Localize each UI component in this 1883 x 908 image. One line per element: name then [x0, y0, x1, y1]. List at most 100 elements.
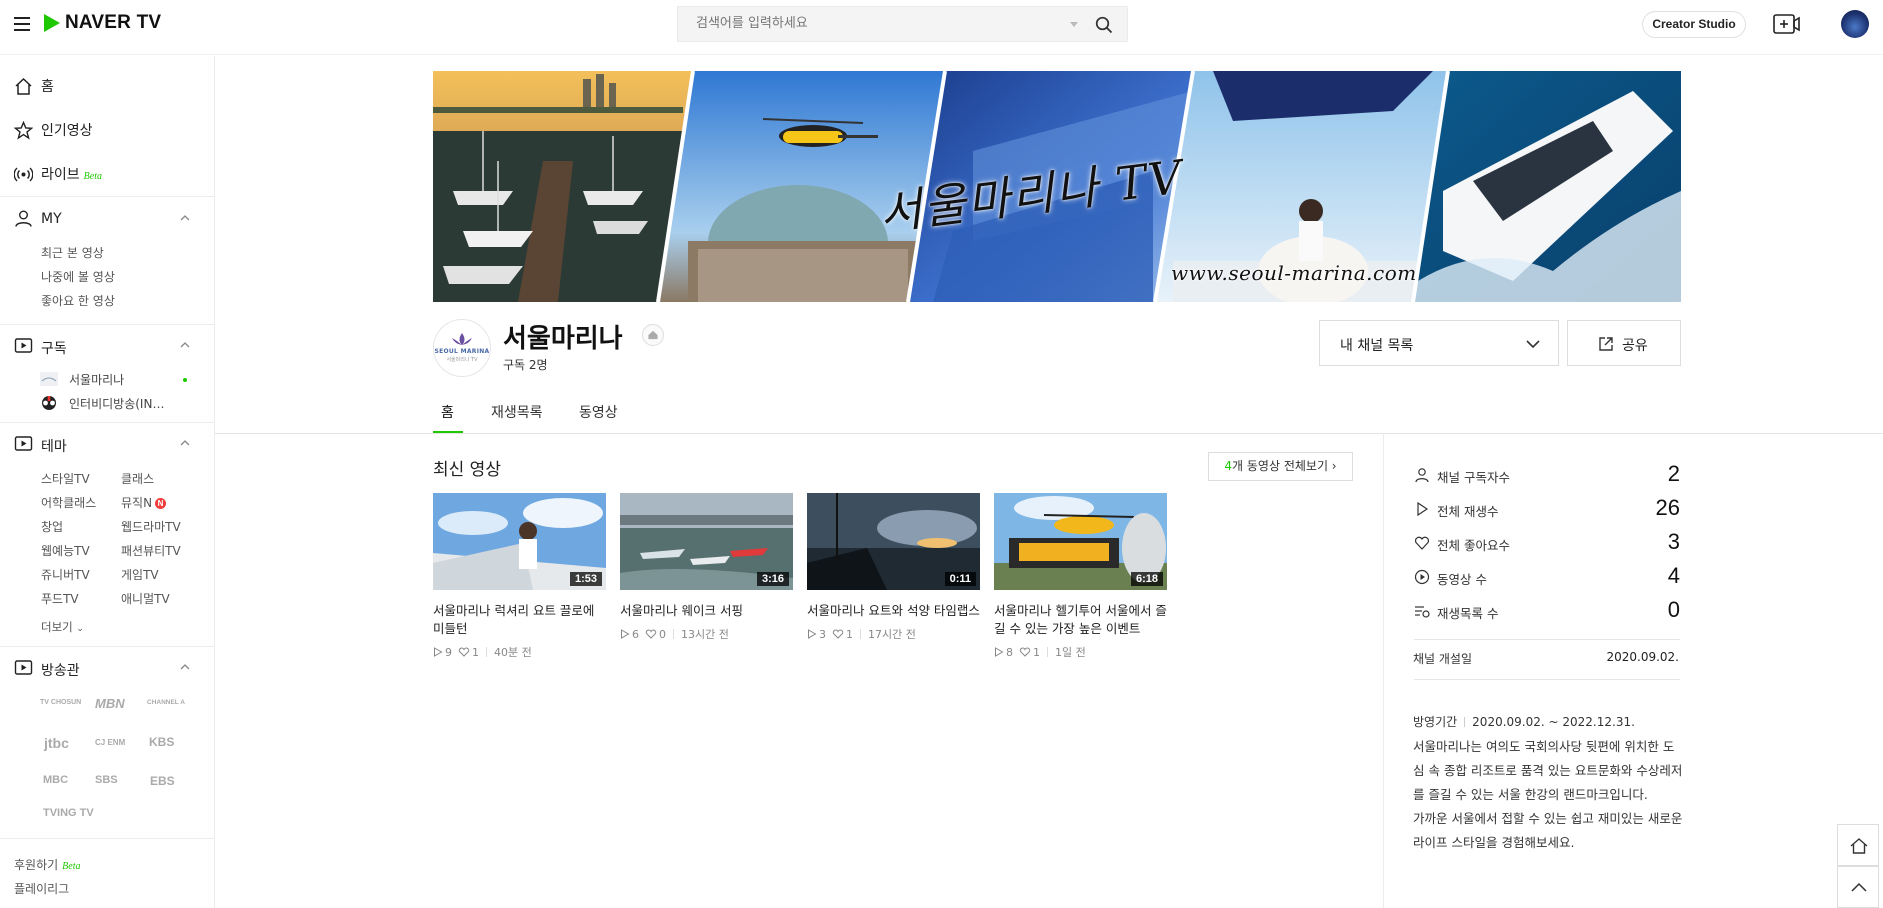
theme-item[interactable]: 애니멀TV [121, 590, 170, 607]
sidebar-item-label: 인기영상 [41, 123, 93, 139]
broadcaster-tving[interactable]: TVING TV [43, 807, 94, 819]
person-icon [1415, 468, 1429, 483]
sidebar-section-subscriptions[interactable]: 구독 [0, 331, 215, 361]
theme-item[interactable]: 창업 [41, 518, 63, 535]
broadcaster-mbn[interactable]: MBN [95, 696, 125, 711]
video-card[interactable]: 0:11 서울마리나 요트와 석양 타임랩스 3 1 17시간 전 [807, 493, 980, 642]
chevron-up-icon[interactable] [180, 214, 190, 222]
tab-videos[interactable]: 동영상 [579, 402, 618, 422]
sidebar-item-playleague[interactable]: 플레이리그 [14, 880, 69, 897]
chevron-up-icon[interactable] [180, 439, 190, 447]
video-thumbnail[interactable]: 3:16 [620, 493, 793, 590]
naver-tv-logo[interactable]: NAVER TV [43, 12, 161, 34]
video-card[interactable]: 3:16 서울마리나 웨이크 서핑 6 0 13시간 전 [620, 493, 793, 642]
latest-videos-title: 최신 영상 [433, 460, 501, 480]
video-card[interactable]: 6:18 서울마리나 헬기투어 서울에서 즐길 수 있는 가장 높은 이벤트 8… [994, 493, 1167, 660]
chevron-up-icon[interactable] [180, 341, 190, 349]
sidebar-item-recent[interactable]: 최근 본 영상 [41, 244, 104, 261]
sidebar-item-popular[interactable]: 인기영상 [0, 110, 215, 150]
chevron-up-icon[interactable] [180, 663, 190, 671]
view-all-videos-button[interactable]: 4개 동영상 전체보기 › [1208, 452, 1353, 481]
meta-separator [1047, 647, 1048, 657]
tab-home[interactable]: 홈 [441, 402, 454, 422]
sidebar-section-my[interactable]: MY [0, 204, 215, 234]
play-count-icon [808, 629, 817, 639]
upload-video-icon[interactable] [1773, 13, 1800, 35]
user-avatar[interactable] [1841, 10, 1869, 38]
broadcaster-ebs[interactable]: EBS [150, 774, 175, 788]
sidebar-item-label: 홈 [41, 79, 54, 95]
stat-value: 3 [1667, 529, 1680, 554]
creator-studio-button[interactable]: Creator Studio [1642, 11, 1746, 38]
video-thumbnail[interactable]: 0:11 [807, 493, 980, 590]
go-home-button[interactable] [1837, 824, 1879, 866]
home-icon [15, 77, 32, 95]
theme-item[interactable]: 스타일TV [41, 470, 90, 487]
hamburger-menu-icon[interactable] [14, 17, 30, 31]
broadcaster-channela[interactable]: CHANNEL A [147, 699, 185, 706]
video-thumbnail[interactable]: 1:53 [433, 493, 606, 590]
theme-item[interactable]: 패션뷰티TV [121, 542, 181, 559]
video-title[interactable]: 서울마리나 웨이크 서핑 [620, 602, 793, 620]
broadcaster-jtbc[interactable]: jtbc [44, 735, 69, 751]
scroll-top-button[interactable] [1837, 866, 1879, 908]
divider [0, 422, 215, 423]
theme-item[interactable]: 웹드라마TV [121, 518, 181, 535]
play-count: 8 [1006, 645, 1013, 659]
channel-opened-row: 채널 개설일 2020.09.02. [1413, 650, 1679, 667]
share-icon [1599, 337, 1613, 351]
theme-item[interactable]: 웹예능TV [41, 542, 90, 559]
meta-separator [673, 629, 674, 639]
search-dropdown-icon[interactable] [1070, 22, 1078, 27]
chevron-up-icon [1851, 882, 1867, 892]
stat-total-plays: 전체 재생수 26 [1414, 493, 1680, 527]
subscription-item-intervd[interactable]: 인터비디방송(IN… [40, 394, 164, 412]
video-thumbnail[interactable]: 6:18 [994, 493, 1167, 590]
sidebar-item-watch-later[interactable]: 나중에 볼 영상 [41, 268, 115, 285]
sidebar-item-live[interactable]: 라이브 Beta [0, 154, 215, 194]
share-button[interactable]: 공유 [1567, 320, 1681, 366]
broadcaster-kbs[interactable]: KBS [149, 735, 174, 749]
broadcaster-sbs[interactable]: SBS [95, 774, 118, 786]
video-circle-icon [1414, 569, 1430, 585]
sidebar-section-theme[interactable]: 테마 [0, 429, 215, 459]
channel-banner: 서울마리나 TV www.seoul-marina.com [433, 71, 1681, 302]
sidebar-section-broadcasters[interactable]: 방송관 [0, 653, 215, 683]
stat-label: 전체 재생수 [1437, 504, 1499, 519]
sidebar-item-home[interactable]: 홈 [0, 66, 215, 106]
live-broadcast-icon [14, 166, 33, 182]
stat-value: 2 [1667, 461, 1680, 486]
subscription-icon [14, 338, 33, 353]
theme-item[interactable]: 쥬니버TV [41, 566, 90, 583]
video-title[interactable]: 서울마리나 헬기투어 서울에서 즐길 수 있는 가장 높은 이벤트 [994, 602, 1167, 638]
theme-more-button[interactable]: 더보기 ⌄ [41, 619, 84, 635]
theme-item[interactable]: 어학클래스 [41, 494, 96, 511]
video-title[interactable]: 서울마리나 요트와 석양 타임랩스 [807, 602, 980, 620]
broadcaster-mbc[interactable]: MBC [43, 774, 68, 786]
search-icon[interactable] [1095, 16, 1113, 34]
opened-label: 채널 개설일 [1413, 652, 1473, 666]
subscription-item-seoulmarina[interactable]: 서울마리나 [40, 370, 124, 388]
theme-item-label: 뮤직N [121, 496, 153, 510]
broadcaster-tvchosun[interactable]: TV CHOSUN [40, 699, 81, 706]
upload-time: 1일 전 [1055, 646, 1086, 659]
search-input[interactable] [696, 16, 1056, 31]
sidebar-item-donate[interactable]: 후원하기 Beta [14, 856, 81, 873]
stat-label: 재생목록 수 [1437, 606, 1499, 621]
broadcaster-cjenm[interactable]: CJ ENM [95, 738, 125, 747]
channel-logo-line1: SEOUL MARINA [434, 348, 490, 355]
sidebar-item-liked[interactable]: 좋아요 한 영상 [41, 292, 115, 309]
video-title[interactable]: 서울마리나 럭셔리 요트 끌로에 미들턴 [433, 602, 606, 638]
channel-logo[interactable]: SEOUL MARINA 서울마리나 TV [433, 319, 491, 377]
video-card[interactable]: 1:53 서울마리나 럭셔리 요트 끌로에 미들턴 9 1 40분 전 [433, 493, 606, 660]
my-channels-dropdown[interactable]: 내 채널 목록 [1319, 320, 1559, 366]
theme-item-music[interactable]: 뮤직N N [121, 494, 167, 511]
upload-time: 17시간 전 [868, 628, 916, 641]
channel-description: 서울마리나는 여의도 국회의사당 뒷편에 위치한 도심 속 종합 리조트로 품격… [1413, 735, 1683, 855]
tab-playlists[interactable]: 재생목록 [491, 402, 543, 422]
theme-item[interactable]: 게임TV [121, 566, 159, 583]
channel-home-button[interactable] [642, 324, 664, 346]
theme-item[interactable]: 푸드TV [41, 590, 79, 607]
description-paragraph: 가까운 서울에서 접할 수 있는 쉽고 재미있는 새로운 라이프 스타일을 경험… [1413, 811, 1683, 850]
theme-item[interactable]: 클래스 [121, 470, 154, 487]
